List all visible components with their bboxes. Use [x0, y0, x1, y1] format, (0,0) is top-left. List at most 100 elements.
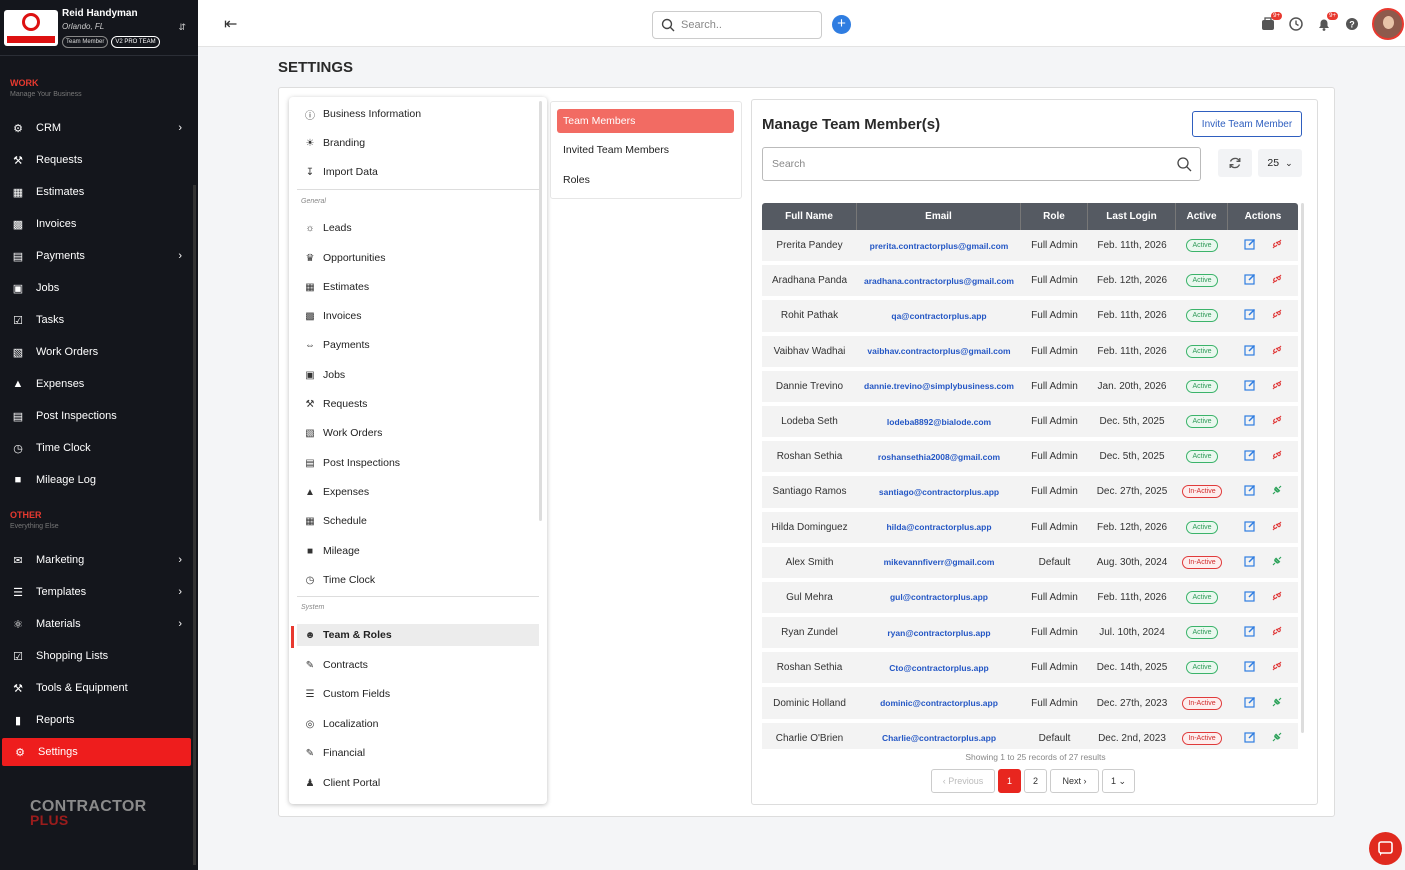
deactivate-plug-icon[interactable] [1271, 308, 1283, 323]
settings-item-mileage[interactable]: ■ Mileage [297, 540, 539, 562]
settings-item-team-roles[interactable]: ☻ Team & Roles [297, 624, 539, 646]
settings-item-estimates[interactable]: ▦ Estimates [297, 276, 539, 298]
activate-plug-icon[interactable] [1271, 555, 1283, 570]
deactivate-plug-icon[interactable] [1271, 273, 1283, 288]
page-1-button[interactable]: 1 [998, 769, 1021, 793]
help-icon[interactable]: ? [1344, 16, 1360, 32]
sidebar-item-post-inspections[interactable]: ▤ Post Inspections [0, 402, 198, 430]
sidebar-item-invoices[interactable]: ▩ Invoices [0, 210, 198, 238]
settings-item-expenses[interactable]: ▲ Expenses [297, 481, 539, 503]
page-size-select[interactable]: 25 ⌄ [1258, 149, 1302, 177]
column-header-email[interactable]: Email [857, 203, 1021, 230]
settings-item-leads[interactable]: ☼ Leads [297, 217, 539, 239]
sidebar-item-jobs[interactable]: ▣ Jobs [0, 274, 198, 302]
edit-icon[interactable] [1243, 590, 1256, 605]
deactivate-plug-icon[interactable] [1271, 379, 1283, 394]
cell-email[interactable]: vaibhav.contractorplus@gmail.com [857, 335, 1021, 371]
cell-email[interactable]: prerita.contractorplus@gmail.com [857, 230, 1021, 266]
sidebar-item-shopping-lists[interactable]: ☑ Shopping Lists [0, 642, 198, 670]
settings-item-payments[interactable]: ⇔ Payments [297, 334, 539, 356]
settings-item-localization[interactable]: ◎ Localization [297, 713, 539, 735]
column-header-role[interactable]: Role [1021, 203, 1088, 230]
cell-email[interactable]: Charlie@contractorplus.app [857, 722, 1021, 749]
settings-item-opportunities[interactable]: ♛ Opportunities [297, 247, 539, 269]
collapse-sidebar-icon[interactable]: ⇤ [224, 14, 237, 34]
column-header-active[interactable]: Active [1176, 203, 1228, 230]
edit-icon[interactable] [1243, 238, 1256, 253]
page-2-button[interactable]: 2 [1024, 769, 1047, 793]
page-jump-select[interactable]: 1 ⌄ [1102, 769, 1135, 793]
settings-item-invoices[interactable]: ▩ Invoices [297, 305, 539, 327]
deactivate-plug-icon[interactable] [1271, 414, 1283, 429]
settings-item-time-clock[interactable]: ◷ Time Clock [297, 569, 539, 591]
column-header-actions[interactable]: Actions [1228, 203, 1298, 230]
activate-plug-icon[interactable] [1271, 696, 1283, 711]
sidebar-item-estimates[interactable]: ▦ Estimates [0, 178, 198, 206]
user-avatar[interactable] [1372, 8, 1404, 40]
edit-icon[interactable] [1243, 696, 1256, 711]
invite-team-member-button[interactable]: Invite Team Member [1192, 111, 1302, 137]
settings-item-client-portal[interactable]: ♟ Client Portal [297, 772, 539, 794]
next-page-button[interactable]: Next › [1050, 769, 1099, 793]
tab-roles[interactable]: Roles [557, 168, 734, 192]
settings-item-custom-fields[interactable]: ☰ Custom Fields [297, 683, 539, 705]
settings-item-jobs[interactable]: ▣ Jobs [297, 364, 539, 386]
sidebar-item-requests[interactable]: ⚒ Requests [0, 146, 198, 174]
table-scrollbar[interactable] [1301, 203, 1304, 733]
sidebar-item-marketing[interactable]: ✉ Marketing › [0, 546, 198, 574]
sidebar-scrollbar[interactable] [193, 185, 196, 865]
deactivate-plug-icon[interactable] [1271, 625, 1283, 640]
sidebar-item-settings[interactable]: ⚙ Settings [2, 738, 191, 766]
edit-icon[interactable] [1243, 379, 1256, 394]
settings-item-financial[interactable]: ✎ Financial [297, 742, 539, 764]
settings-item-import-data[interactable]: ↧ Import Data [297, 161, 539, 183]
edit-icon[interactable] [1243, 484, 1256, 499]
edit-icon[interactable] [1243, 308, 1256, 323]
settings-item-contracts[interactable]: ✎ Contracts [297, 654, 539, 676]
cell-email[interactable]: hilda@contractorplus.app [857, 511, 1021, 547]
global-search-input[interactable]: Search.. [652, 11, 822, 39]
deactivate-plug-icon[interactable] [1271, 590, 1283, 605]
settings-item-business-information[interactable]: ⓘ Business Information [297, 103, 539, 125]
refresh-button[interactable] [1218, 149, 1252, 177]
activate-plug-icon[interactable] [1271, 484, 1283, 499]
sidebar-item-tasks[interactable]: ☑ Tasks [0, 306, 198, 334]
edit-icon[interactable] [1243, 555, 1256, 570]
cell-email[interactable]: Cto@contractorplus.app [857, 652, 1021, 688]
sidebar-item-materials[interactable]: ⚛ Materials › [0, 610, 198, 638]
edit-icon[interactable] [1243, 273, 1256, 288]
cell-email[interactable]: qa@contractorplus.app [857, 300, 1021, 336]
edit-icon[interactable] [1243, 731, 1256, 746]
quick-add-button[interactable]: + [832, 15, 851, 34]
edit-icon[interactable] [1243, 660, 1256, 675]
sidebar-item-expenses[interactable]: ▲ Expenses [0, 370, 198, 398]
chat-support-button[interactable] [1369, 832, 1402, 865]
settings-item-requests[interactable]: ⚒ Requests [297, 393, 539, 415]
activate-plug-icon[interactable] [1271, 731, 1283, 746]
deactivate-plug-icon[interactable] [1271, 344, 1283, 359]
edit-icon[interactable] [1243, 449, 1256, 464]
deactivate-plug-icon[interactable] [1271, 449, 1283, 464]
cell-email[interactable]: ryan@contractorplus.app [857, 617, 1021, 653]
cell-email[interactable]: roshansethia2008@gmail.com [857, 441, 1021, 477]
sidebar-item-tools-equipment[interactable]: ⚒ Tools & Equipment [0, 674, 198, 702]
settings-item-work-orders[interactable]: ▧ Work Orders [297, 422, 539, 444]
column-header-last-login[interactable]: Last Login [1088, 203, 1176, 230]
tab-invited-team-members[interactable]: Invited Team Members [557, 138, 734, 162]
notifications-bell-icon[interactable]: 9+ [1316, 12, 1338, 32]
sidebar-item-payments[interactable]: ▤ Payments › [0, 242, 198, 270]
settings-item-branding[interactable]: ☀ Branding [297, 132, 539, 154]
apps-icon[interactable]: 9+ [1260, 12, 1282, 32]
cell-email[interactable]: dominic@contractorplus.app [857, 687, 1021, 723]
column-header-full-name[interactable]: Full Name [762, 203, 857, 230]
sidebar-item-work-orders[interactable]: ▧ Work Orders [0, 338, 198, 366]
sidebar-item-mileage-log[interactable]: ■ Mileage Log [0, 466, 198, 494]
cell-email[interactable]: santiago@contractorplus.app [857, 476, 1021, 512]
cell-email[interactable]: aradhana.contractorplus@gmail.com [857, 265, 1021, 301]
business-switcher[interactable]: Reid Handyman Orlando, FL Team Member V2… [0, 0, 198, 56]
settings-item-post-inspections[interactable]: ▤ Post Inspections [297, 452, 539, 474]
previous-page-button[interactable]: ‹ Previous [931, 769, 995, 793]
deactivate-plug-icon[interactable] [1271, 660, 1283, 675]
sidebar-item-time-clock[interactable]: ◷ Time Clock [0, 434, 198, 462]
cell-email[interactable]: dannie.trevino@simplybusiness.com [857, 370, 1021, 406]
